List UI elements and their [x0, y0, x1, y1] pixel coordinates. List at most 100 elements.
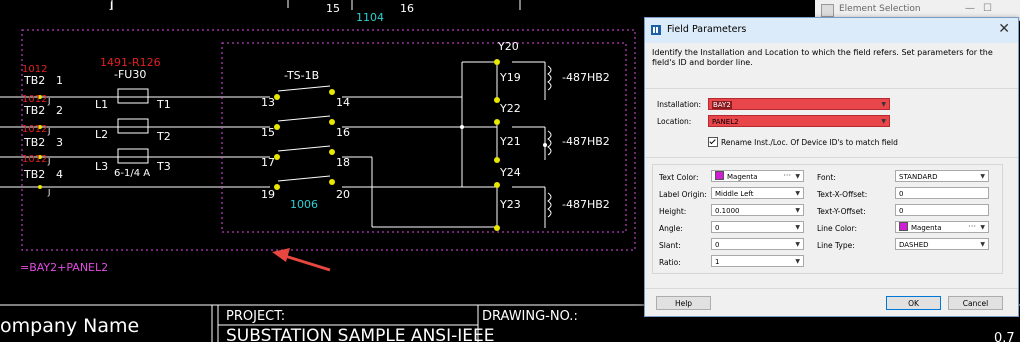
chevron-down-icon: ▼	[795, 224, 800, 231]
j-letter-2: J	[47, 127, 50, 136]
switch-right-1: 14	[336, 96, 350, 109]
close-icon[interactable]: ✕	[998, 21, 1010, 37]
font-select[interactable]: STANDARD ▼	[895, 170, 989, 182]
label-origin-label: Label Origin:	[659, 190, 707, 199]
ratio-value: 1	[715, 258, 720, 266]
y-label-19: Y19	[499, 71, 521, 84]
chevron-down-icon: ▼	[980, 224, 985, 231]
angle-select[interactable]: 0 ▼	[711, 221, 804, 233]
j-letter-3: J	[47, 157, 50, 166]
font-value: STANDARD	[899, 173, 938, 181]
ratio-label: Ratio:	[659, 258, 681, 267]
tb-number-2: 2	[56, 104, 63, 117]
line-type-value: DASHED	[899, 241, 929, 249]
ratio-select[interactable]: 1 ▼	[711, 255, 804, 267]
installation-value: BAY2	[712, 101, 732, 109]
chevron-down-icon: ▼	[795, 241, 800, 248]
fuse-rating: 6-1/4 A	[114, 168, 150, 179]
switch-right-4: 20	[336, 188, 350, 201]
installation-select[interactable]: BAY2 ▼	[708, 98, 890, 110]
top-j-letter: J	[109, 1, 113, 11]
y-label-21: Y21	[499, 135, 521, 148]
hb-label-1: -487HB2	[562, 71, 610, 84]
tb-label-2: TB2	[23, 104, 45, 117]
tb-label-3: TB2	[23, 136, 45, 149]
slant-select[interactable]: 0 ▼	[711, 238, 804, 250]
text-color-value: Magenta	[727, 173, 758, 181]
line-color-value: Magenta	[911, 224, 942, 232]
color-swatch-icon	[715, 171, 724, 180]
j-letter-4: J	[47, 188, 50, 197]
installation-label: Installation:	[657, 100, 702, 109]
rename-checkbox[interactable]	[708, 137, 718, 147]
text-x-offset-input[interactable]: 0	[895, 187, 989, 199]
chevron-down-icon: ▼	[881, 118, 886, 125]
chevron-down-icon: ▼	[980, 241, 985, 248]
dialog-titlebar[interactable]: Field Parameters ✕	[645, 18, 1018, 43]
line-label-3: L3	[95, 160, 108, 173]
more-icon[interactable]: ···	[783, 170, 791, 182]
tb-label-1: TB2	[23, 74, 45, 87]
text-x-offset-label: Text-X-Offset:	[817, 190, 868, 199]
field-label: =BAY2+PANEL2	[20, 261, 108, 274]
location-select[interactable]: PANEL2 ▼	[708, 115, 890, 127]
location-label: Location:	[657, 117, 692, 126]
line-color-select[interactable]: Magenta ··· ▼	[895, 221, 989, 233]
maximize-icon[interactable]: ☐	[983, 3, 992, 14]
label-origin-select[interactable]: Middle Left ▼	[711, 187, 804, 199]
tb-label-4: TB2	[23, 168, 45, 181]
text-y-offset-input[interactable]: 0	[895, 204, 989, 216]
location-value: PANEL2	[712, 118, 739, 126]
y-label-22: Y22	[499, 102, 521, 115]
switch-left-4: 19	[261, 188, 275, 201]
switch-ref: 1006	[290, 198, 318, 211]
tb-number-1: 1	[56, 74, 63, 87]
fuse-tag: -FU30	[114, 68, 146, 81]
element-selection-title: Element Selection	[839, 4, 921, 14]
angle-value: 0	[715, 224, 720, 232]
label-origin-value: Middle Left	[715, 190, 754, 198]
j-letter-1: J	[47, 97, 50, 106]
t-label-3: T3	[156, 160, 171, 173]
chevron-down-icon: ▼	[795, 207, 800, 214]
top-number-left: 15	[326, 2, 340, 15]
ok-button[interactable]: OK	[886, 296, 941, 310]
divider	[645, 157, 1018, 158]
project-label: PROJECT:	[226, 309, 285, 324]
switch-right-2: 16	[336, 126, 350, 139]
line-label-2: L2	[95, 128, 108, 141]
y-label-23: Y23	[499, 198, 521, 211]
drawing-label: DRAWING-NO.:	[482, 309, 578, 324]
switch-tag: -TS-1B	[284, 69, 319, 82]
y-label-20: Y20	[497, 40, 519, 53]
field-parameters-dialog: Field Parameters ✕ Identify the Installa…	[644, 17, 1019, 317]
chevron-down-icon: ▼	[795, 173, 800, 180]
top-number-mid: 1104	[356, 11, 384, 24]
height-value: 0.1000	[715, 207, 740, 215]
y-label-24: Y24	[499, 166, 521, 179]
height-select[interactable]: 0.1000 ▼	[711, 204, 804, 216]
text-color-select[interactable]: Magenta ··· ▼	[711, 170, 804, 182]
text-color-label: Text Color:	[659, 173, 699, 182]
slant-label: Slant:	[659, 241, 681, 250]
line-label-1: L1	[95, 98, 108, 111]
line-color-label: Line Color:	[817, 224, 857, 233]
divider	[645, 88, 1018, 89]
element-selection-icon	[821, 4, 834, 17]
help-button[interactable]: Help	[656, 296, 711, 310]
grid-icon	[651, 25, 661, 35]
minimize-icon[interactable]: —	[965, 3, 975, 14]
font-label: Font:	[817, 173, 836, 182]
chevron-down-icon: ▼	[795, 190, 800, 197]
switch-left-3: 17	[261, 156, 275, 169]
chevron-down-icon: ▼	[881, 101, 886, 108]
switch-left-2: 15	[261, 126, 275, 139]
drawing-number-fragment: 0.7	[994, 331, 1015, 342]
cancel-button[interactable]: Cancel	[948, 296, 1003, 310]
angle-label: Angle:	[659, 224, 683, 233]
left-ref-4: 1012	[22, 154, 47, 165]
more-icon[interactable]: ···	[968, 221, 976, 233]
dialog-description: Identify the Installation and Location t…	[652, 48, 993, 67]
line-type-select[interactable]: DASHED ▼	[895, 238, 989, 250]
text-y-offset-label: Text-Y-Offset:	[817, 207, 866, 216]
